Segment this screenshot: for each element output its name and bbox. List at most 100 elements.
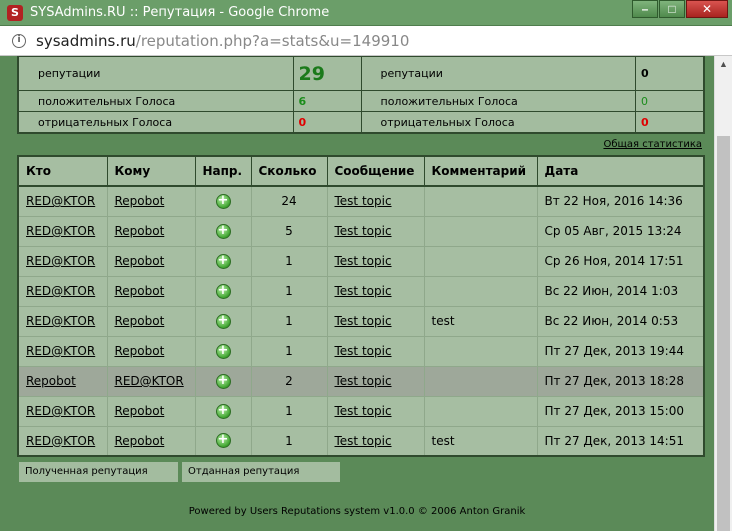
reputation-table: Кто Кому Напр. Сколько Сообщение Коммент… [17, 155, 705, 457]
user-link-who[interactable]: RED@KTOR [26, 434, 95, 448]
summary-label: репутации [18, 56, 294, 92]
column-header-who: Кто [17, 155, 108, 187]
info-icon[interactable]: i [12, 33, 26, 48]
page-content: репутации 29 репутации 0 положительных Г… [0, 56, 714, 531]
user-link-to[interactable]: Repobot [115, 254, 165, 268]
plus-circle-icon: + [215, 373, 231, 389]
topic-link[interactable]: Test topic [335, 314, 392, 328]
cell-date: Пт 27 Дек, 2013 14:51 [536, 425, 705, 457]
summary-value: 0 [635, 90, 704, 113]
cell-comment [423, 245, 538, 277]
cell-count: 1 [250, 425, 328, 457]
cell-message: Test topic [326, 425, 425, 457]
reputation-summary: репутации 29 репутации 0 положительных Г… [17, 56, 705, 134]
address-bar[interactable]: i sysadmins.ru/reputation.php?a=stats&u=… [0, 26, 732, 56]
user-link-to[interactable]: Repobot [115, 224, 165, 238]
scroll-thumb[interactable] [717, 136, 730, 531]
cell-who: RED@KTOR [17, 215, 108, 247]
cell-direction: + [194, 425, 252, 457]
topic-link[interactable]: Test topic [335, 344, 392, 358]
user-link-to[interactable]: Repobot [115, 404, 165, 418]
cell-to: Repobot [106, 425, 196, 457]
window-controls: – □ ✕ [631, 0, 728, 18]
plus-circle-icon: + [215, 403, 231, 419]
negative-votes: 0 [298, 115, 307, 129]
topic-link[interactable]: Test topic [335, 374, 392, 388]
plus-circle-icon: + [215, 193, 231, 209]
table-row: RED@KTOR Repobot +1 Test topic Пт 27 Дек, 20… [17, 335, 705, 367]
user-link-who[interactable]: RED@KTOR [26, 254, 95, 268]
topic-link[interactable]: Test topic [335, 224, 392, 238]
user-link-to[interactable]: Repobot [115, 434, 165, 448]
window-title: SYSAdmins.RU :: Репутация - Google Chrom… [30, 5, 330, 20]
table-row: RED@KTOR Repobot +1 Test topic Вс 22 Июн, 20… [17, 275, 705, 307]
cell-comment [423, 335, 538, 367]
maximize-button[interactable]: □ [659, 0, 685, 18]
given-positive-votes: 0 [641, 94, 648, 108]
vertical-scrollbar[interactable]: ▲ [714, 56, 732, 531]
cell-to: Repobot [106, 395, 196, 427]
user-link-to[interactable]: Repobot [115, 344, 165, 358]
scroll-up-arrow-icon[interactable]: ▲ [715, 56, 732, 73]
user-link-who[interactable]: RED@KTOR [26, 344, 95, 358]
close-button[interactable]: ✕ [686, 0, 728, 18]
cell-count: 24 [250, 185, 328, 217]
user-link-who[interactable]: RED@KTOR [26, 194, 95, 208]
topic-link[interactable]: Test topic [335, 254, 392, 268]
cell-comment [423, 395, 538, 427]
cell-count: 1 [250, 305, 328, 337]
cell-who: RED@KTOR [17, 335, 108, 367]
cell-direction: + [194, 185, 252, 217]
plus-circle-icon: + [215, 313, 231, 329]
summary-label: положительных Голоса [18, 90, 294, 113]
cell-who: RED@KTOR [17, 185, 108, 217]
app-logo-icon: S [7, 4, 23, 21]
table-row: RED@KTOR Repobot +5 Test topic Ср 05 Авг, 20… [17, 215, 705, 247]
cell-count: 1 [250, 335, 328, 367]
cell-date: Ср 05 Авг, 2015 13:24 [536, 215, 705, 247]
user-link-who[interactable]: Repobot [26, 374, 76, 388]
positive-votes: 6 [298, 94, 307, 108]
table-row: RED@KTOR Repobot +24 Test topic Вт 22 Ноя, 2… [17, 185, 705, 217]
window-titlebar: S SYSAdmins.RU :: Репутация - Google Chr… [0, 0, 732, 26]
summary-label: положительных Голоса [360, 90, 636, 113]
column-header-direction: Напр. [194, 155, 252, 187]
summary-label: репутации [360, 56, 636, 92]
user-link-to[interactable]: Repobot [115, 194, 165, 208]
minimize-button[interactable]: – [632, 0, 658, 18]
plus-circle-icon: + [215, 343, 231, 359]
tab-given[interactable]: Отданная репутация [182, 462, 340, 482]
user-link-to[interactable]: RED@KTOR [115, 374, 184, 388]
topic-link[interactable]: Test topic [335, 404, 392, 418]
cell-message: Test topic [326, 245, 425, 277]
user-link-who[interactable]: RED@KTOR [26, 404, 95, 418]
user-link-to[interactable]: Repobot [115, 314, 165, 328]
user-link-who[interactable]: RED@KTOR [26, 224, 95, 238]
cell-comment [423, 275, 538, 307]
topic-link[interactable]: Test topic [335, 194, 392, 208]
user-link-who[interactable]: RED@KTOR [26, 284, 95, 298]
given-reputation-total: 0 [641, 67, 649, 81]
tab-received[interactable]: Полученная репутация [19, 462, 178, 482]
cell-who: RED@KTOR [17, 395, 108, 427]
topic-link[interactable]: Test topic [335, 284, 392, 298]
cell-who: RED@KTOR [17, 305, 108, 337]
cell-who: Repobot [17, 365, 108, 397]
cell-date: Вс 22 Июн, 2014 1:03 [536, 275, 705, 307]
url-field[interactable]: sysadmins.ru/reputation.php?a=stats&u=14… [36, 32, 409, 50]
cell-message: Test topic [326, 275, 425, 307]
summary-label: отрицательных Голоса [18, 111, 294, 133]
summary-value: 29 [292, 56, 362, 92]
cell-to: Repobot [106, 275, 196, 307]
table-row: RED@KTOR Repobot +1 Test topic test Пт 27 Дек… [17, 425, 705, 457]
user-link-who[interactable]: RED@KTOR [26, 314, 95, 328]
cell-to: Repobot [106, 215, 196, 247]
cell-direction: + [194, 305, 252, 337]
topic-link[interactable]: Test topic [335, 434, 392, 448]
general-stats-link[interactable]: Общая статистика [603, 139, 702, 150]
cell-message: Test topic [326, 335, 425, 367]
user-link-to[interactable]: Repobot [115, 284, 165, 298]
column-header-comment: Комментарий [423, 155, 538, 187]
cell-direction: + [194, 245, 252, 277]
summary-value: 0 [292, 111, 362, 133]
